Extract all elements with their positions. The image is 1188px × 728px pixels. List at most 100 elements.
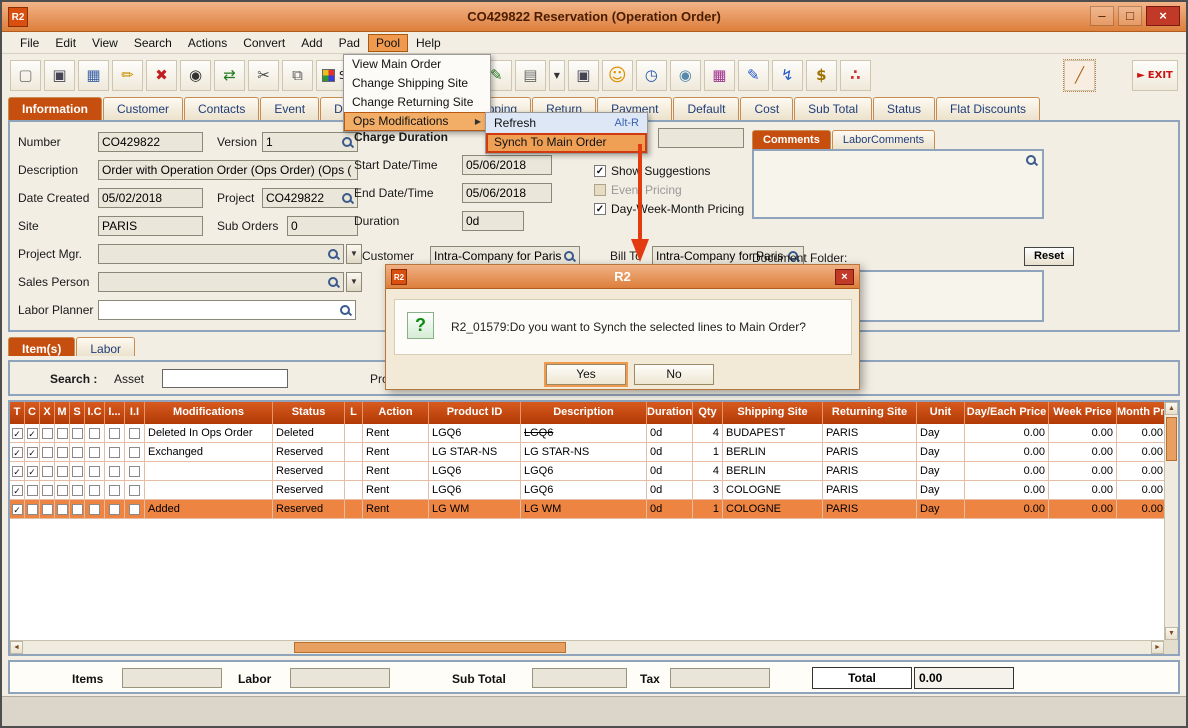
project-lookup-icon[interactable] (341, 192, 354, 205)
no-button[interactable]: No (634, 364, 714, 385)
save-button[interactable]: ▦ (78, 60, 109, 91)
close-button[interactable]: × (1146, 6, 1180, 26)
vertical-scrollbar[interactable]: ▲ ▼ (1164, 402, 1178, 640)
date-created-field[interactable]: 05/02/2018 (98, 188, 203, 208)
menu-item-change-shipping-site[interactable]: Change Shipping Site (344, 74, 490, 93)
project-field[interactable]: CO429822 (262, 188, 358, 208)
row-flag-checkbox[interactable] (109, 447, 120, 458)
row-flag-checkbox[interactable] (109, 428, 120, 439)
pads-menu-button[interactable]: ▼ (549, 60, 565, 91)
comments-box[interactable] (752, 149, 1044, 219)
history-button[interactable]: ◷ (636, 60, 667, 91)
delete-button[interactable]: ✖ (146, 60, 177, 91)
menu-pad[interactable]: Pad (331, 34, 368, 52)
menu-item-refresh[interactable]: Refresh Alt-R (486, 113, 647, 133)
row-flag-checkbox[interactable] (57, 466, 68, 477)
row-flag-checkbox[interactable] (72, 466, 83, 477)
row-flag-checkbox[interactable] (57, 485, 68, 496)
tab-customer[interactable]: Customer (103, 97, 183, 120)
scroll-left-button[interactable]: ◄ (10, 641, 23, 654)
show-suggestions-checkbox[interactable]: ✓ (594, 165, 606, 177)
row-flag-checkbox[interactable] (27, 485, 38, 496)
tab-contacts[interactable]: Contacts (184, 97, 259, 120)
menu-help[interactable]: Help (408, 34, 449, 52)
labor-planner-lookup-icon[interactable] (339, 304, 352, 317)
end-date-field[interactable]: 05/06/2018 (462, 183, 552, 203)
row-flag-checkbox[interactable]: ✓ (27, 428, 38, 439)
tab-default[interactable]: Default (673, 97, 739, 120)
sales-person-lookup-icon[interactable] (327, 276, 340, 289)
minimize-button[interactable]: – (1090, 6, 1114, 26)
exit-button[interactable]: ► EXIT (1132, 60, 1178, 91)
version-lookup-icon[interactable] (341, 136, 354, 149)
dwm-pricing-checkbox[interactable]: ✓ (594, 203, 606, 215)
tab-event[interactable]: Event (260, 97, 319, 120)
customer-lookup-icon[interactable] (563, 250, 576, 263)
row-flag-checkbox[interactable] (27, 504, 38, 515)
asset-search-input[interactable] (162, 369, 288, 388)
project-mgr-field[interactable] (98, 244, 344, 264)
row-flag-checkbox[interactable] (72, 504, 83, 515)
transfer-button[interactable]: ⇄ (214, 60, 245, 91)
row-flag-checkbox[interactable] (89, 466, 100, 477)
tab-comments[interactable]: Comments (752, 130, 831, 149)
print-button[interactable]: ▣ (44, 60, 75, 91)
table-row-selected[interactable]: ✓ Added Reserved Rent LG WM LG WM 0d 1 C… (10, 500, 1164, 519)
wand-button[interactable]: ╱ (1064, 60, 1095, 91)
feedback-button[interactable]: ☺ (602, 60, 633, 91)
menu-search[interactable]: Search (126, 34, 180, 52)
sales-person-field[interactable] (98, 272, 344, 292)
sub-orders-field[interactable]: 0 (287, 216, 358, 236)
sales-person-dropdown[interactable]: ▼ (346, 272, 362, 292)
tab-labor-comments[interactable]: LaborComments (832, 130, 935, 149)
row-flag-checkbox[interactable] (129, 447, 140, 458)
menu-view[interactable]: View (84, 34, 126, 52)
dialog-close-button[interactable]: × (835, 269, 854, 285)
reference-field[interactable] (658, 128, 744, 148)
cut-button[interactable]: ✂ (248, 60, 279, 91)
tab-flat-discounts[interactable]: Flat Discounts (936, 97, 1040, 120)
row-flag-checkbox[interactable] (129, 485, 140, 496)
row-flag-checkbox[interactable] (109, 504, 120, 515)
site-field[interactable]: PARIS (98, 216, 203, 236)
menu-convert[interactable]: Convert (235, 34, 293, 52)
row-flag-checkbox[interactable] (89, 504, 100, 515)
menu-add[interactable]: Add (293, 34, 330, 52)
row-flag-checkbox[interactable]: ✓ (27, 466, 38, 477)
tab-labor[interactable]: Labor (76, 337, 135, 356)
table-row[interactable]: ✓ ✓ Reserved Rent LGQ6 LGQ6 0d 4 BERLIN … (10, 462, 1164, 481)
menu-actions[interactable]: Actions (180, 34, 235, 52)
duration-field[interactable]: 0d (462, 211, 524, 231)
row-flag-checkbox[interactable] (42, 428, 53, 439)
sync-button[interactable]: ↯ (772, 60, 803, 91)
menu-pool[interactable]: Pool (368, 34, 408, 52)
print-pad-button[interactable]: ▣ (568, 60, 599, 91)
misc-tools-button[interactable]: ∴ (840, 60, 871, 91)
edit-button[interactable]: ✏ (112, 60, 143, 91)
menu-item-change-returning-site[interactable]: Change Returning Site (344, 93, 490, 112)
menu-item-ops-modifications[interactable]: Ops Modifications ▶ (344, 112, 490, 131)
vertical-scroll-thumb[interactable] (1166, 417, 1177, 461)
modules-button[interactable]: ▦ (704, 60, 735, 91)
pads-button[interactable]: ▤ (515, 60, 546, 91)
labor-planner-field[interactable] (98, 300, 356, 320)
horizontal-scrollbar[interactable]: ◄ ► (10, 640, 1164, 654)
row-flag-checkbox[interactable]: ✓ (12, 428, 23, 439)
row-flag-checkbox[interactable]: ✓ (27, 447, 38, 458)
row-flag-checkbox[interactable] (89, 485, 100, 496)
scroll-right-button[interactable]: ► (1151, 641, 1164, 654)
tab-status[interactable]: Status (873, 97, 935, 120)
table-row[interactable]: ✓ ✓ Exchanged Reserved Rent LG STAR-NS L… (10, 443, 1164, 462)
row-flag-checkbox[interactable] (42, 466, 53, 477)
table-row[interactable]: ✓ Reserved Rent LGQ6 LGQ6 0d 3 COLOGNE P… (10, 481, 1164, 500)
row-flag-checkbox[interactable] (42, 485, 53, 496)
menu-item-view-main-order[interactable]: View Main Order (344, 55, 490, 74)
menu-file[interactable]: File (12, 34, 47, 52)
description-field[interactable]: Order with Operation Order (Ops Order) (… (98, 160, 358, 180)
row-flag-checkbox[interactable] (72, 428, 83, 439)
tab-sub-total[interactable]: Sub Total (794, 97, 872, 120)
row-flag-checkbox[interactable] (42, 447, 53, 458)
row-flag-checkbox[interactable] (57, 447, 68, 458)
scroll-up-button[interactable]: ▲ (1165, 402, 1178, 415)
row-flag-checkbox[interactable]: ✓ (12, 466, 23, 477)
